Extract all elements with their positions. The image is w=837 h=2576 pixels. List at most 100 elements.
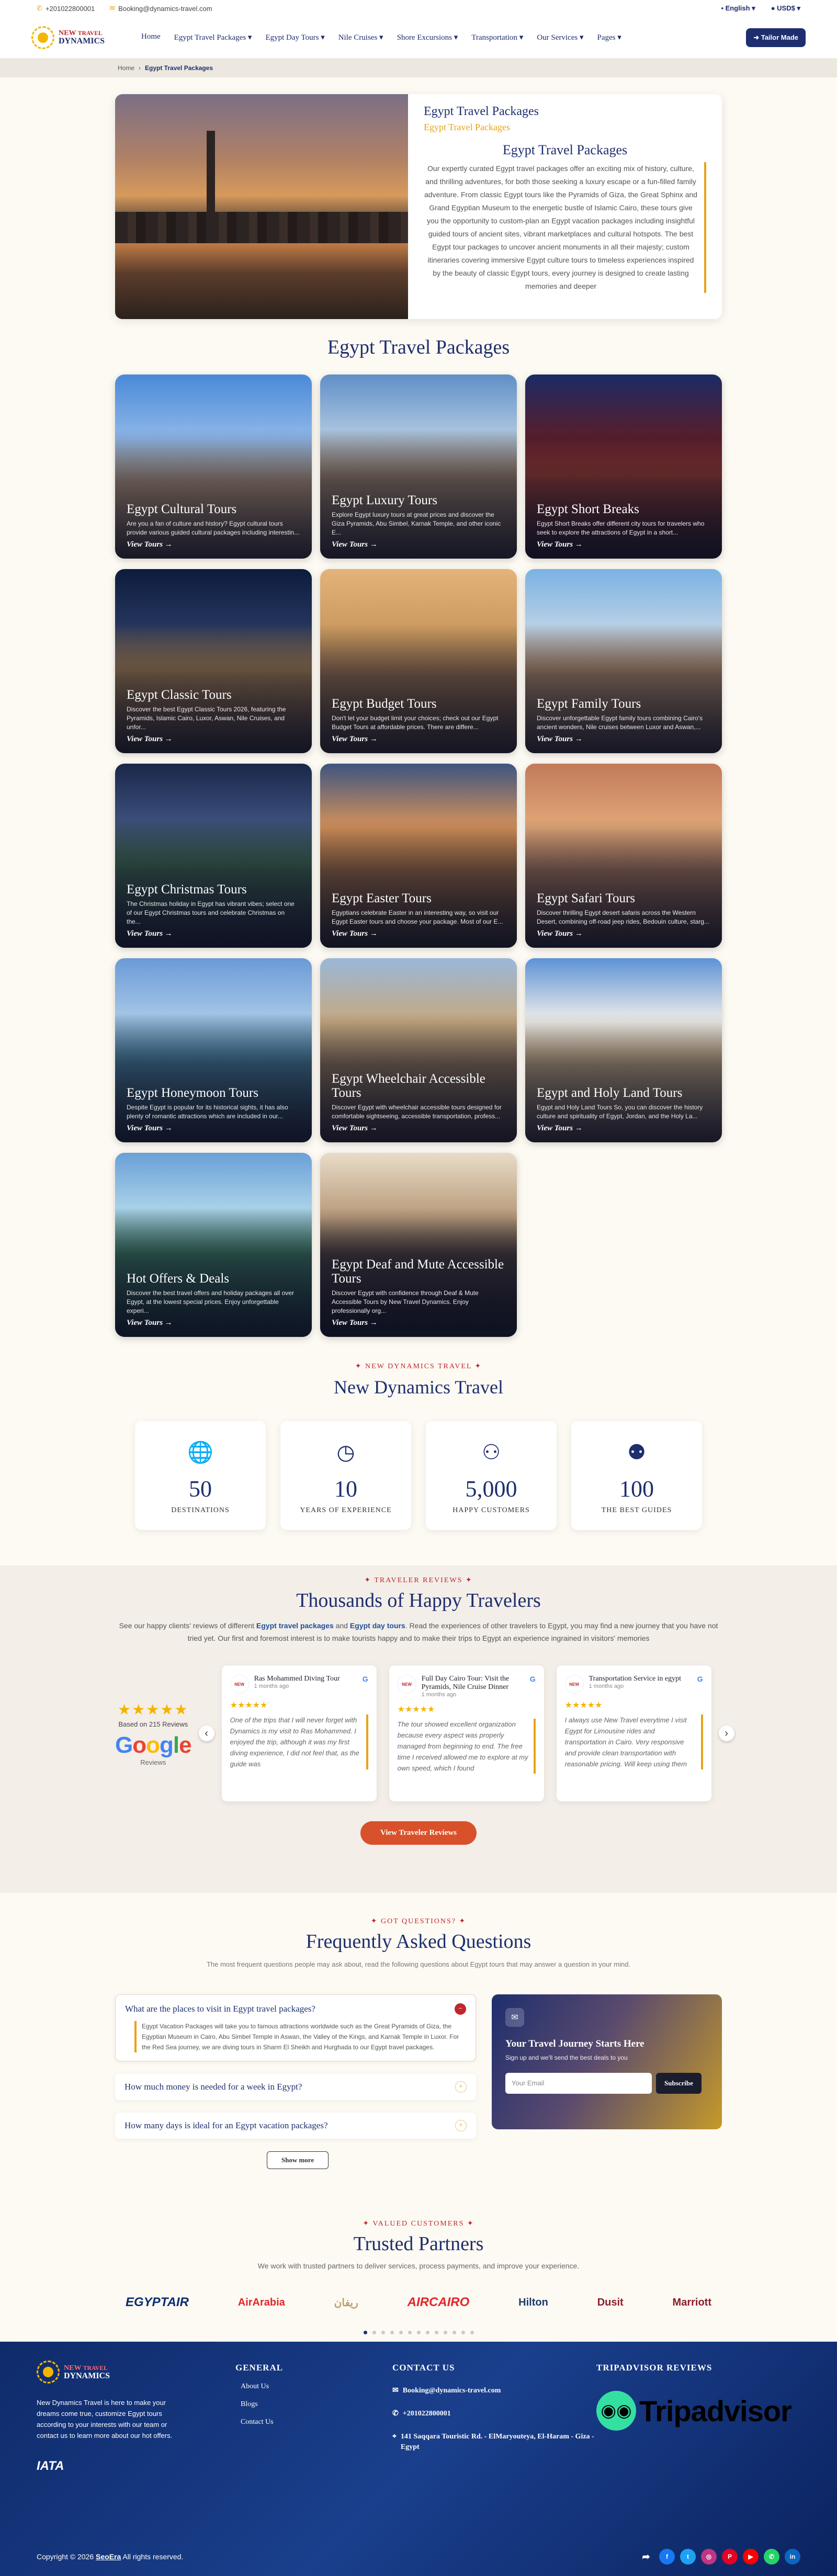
copyright-link[interactable]: SeoEra <box>96 2552 121 2561</box>
package-desc: Egypt and Holy Land Tours So, you can di… <box>537 1104 703 1120</box>
carousel-dot[interactable] <box>461 2331 465 2334</box>
pinterest-icon[interactable]: P <box>722 2549 738 2564</box>
twitter-icon[interactable]: t <box>680 2549 696 2564</box>
nav-home[interactable]: Home <box>141 32 161 42</box>
partner-logo: AirArabia <box>237 2296 285 2308</box>
view-traveler-reviews-button[interactable]: View Traveler Reviews <box>360 1821 477 1845</box>
reviews-prev-arrow[interactable]: ‹ <box>198 1726 214 1741</box>
breadcrumb-home[interactable]: Home <box>118 64 134 72</box>
share-icon[interactable]: ➦ <box>638 2549 654 2564</box>
package-title: Egypt and Holy Land Tours <box>537 1086 683 1100</box>
view-tours-link[interactable]: View Tours → <box>332 540 505 549</box>
link-egypt-travel-packages[interactable]: Egypt travel packages <box>256 1621 334 1630</box>
nav-shore-excursions[interactable]: Shore Excursions ▾ <box>397 32 458 42</box>
view-tours-link[interactable]: View Tours → <box>537 1124 710 1133</box>
view-tours-link[interactable]: View Tours → <box>537 735 710 744</box>
footer-logo[interactable]: NEW TRAVEL DYNAMICS <box>37 2361 235 2384</box>
view-tours-link[interactable]: View Tours → <box>332 929 505 938</box>
nav-egypt-day-tours[interactable]: Egypt Day Tours ▾ <box>265 32 324 42</box>
site-logo[interactable]: NEW TRAVEL DYNAMICS <box>31 26 131 49</box>
faq-item-open[interactable]: What are the places to visit in Egypt tr… <box>115 1994 476 2061</box>
faq-item[interactable]: How many days is ideal for an Egypt vaca… <box>115 2113 476 2139</box>
footer-phone[interactable]: ✆ +201022800001 <box>392 2409 596 2419</box>
package-card[interactable]: Egypt Short Breaks Egypt Short Breaks of… <box>525 375 722 559</box>
facebook-icon[interactable]: f <box>659 2549 675 2564</box>
view-tours-link[interactable]: View Tours → <box>127 735 300 744</box>
carousel-dot[interactable] <box>363 2331 367 2334</box>
package-card[interactable]: Egypt Classic Tours Discover the best Eg… <box>115 569 312 753</box>
nav-transportation[interactable]: Transportation ▾ <box>471 32 523 42</box>
carousel-dot[interactable] <box>452 2331 456 2334</box>
carousel-dot[interactable] <box>408 2331 412 2334</box>
linkedin-icon[interactable]: in <box>785 2549 800 2564</box>
link-egypt-day-tours[interactable]: Egypt day tours <box>350 1621 405 1630</box>
plus-icon[interactable]: + <box>455 2120 467 2131</box>
footer-link-about[interactable]: About Us <box>241 2382 392 2391</box>
footer-email[interactable]: ✉ Booking@dynamics-travel.com <box>392 2386 596 2396</box>
carousel-dot[interactable] <box>425 2331 429 2334</box>
instagram-icon[interactable]: ◎ <box>701 2549 717 2564</box>
nav-pages[interactable]: Pages ▾ <box>597 32 621 42</box>
nav-our-services[interactable]: Our Services ▾ <box>537 32 583 42</box>
package-card[interactable]: Egypt Budget Tours Don't let your budget… <box>320 569 517 753</box>
stats-title: New Dynamics Travel <box>334 1377 503 1398</box>
carousel-dot[interactable] <box>470 2331 474 2334</box>
reviews-description: See our happy clients' reviews of differ… <box>119 1621 718 1642</box>
show-more-button[interactable]: Show more <box>267 2151 329 2169</box>
view-tours-link[interactable]: View Tours → <box>332 735 505 744</box>
view-tours-link[interactable]: View Tours → <box>332 1124 505 1133</box>
package-card[interactable]: Egypt and Holy Land Tours Egypt and Holy… <box>525 958 722 1142</box>
package-title: Egypt Safari Tours <box>537 891 636 905</box>
package-title: Egypt Family Tours <box>537 697 641 711</box>
nav-nile-cruises[interactable]: Nile Cruises ▾ <box>338 32 383 42</box>
package-card[interactable]: Egypt Wheelchair Accessible Tours Discov… <box>320 958 517 1142</box>
view-tours-link[interactable]: View Tours → <box>537 540 710 549</box>
nav-egypt-travel-packages[interactable]: Egypt Travel Packages ▾ <box>174 32 252 42</box>
footer-link-contact[interactable]: Contact Us <box>241 2418 392 2426</box>
package-card[interactable]: Egypt Family Tours Discover unforgettabl… <box>525 569 722 753</box>
phone-contact[interactable]: ✆ +201022800001 <box>37 4 95 13</box>
email-contact[interactable]: ✉ Booking@dynamics-travel.com <box>109 4 212 13</box>
carousel-dot[interactable] <box>372 2331 376 2334</box>
currency-select[interactable]: ● USD$ ▾ <box>771 4 800 13</box>
package-card[interactable]: Egypt Luxury Tours Explore Egypt luxury … <box>320 375 517 559</box>
package-desc: Discover the best Egypt Classic Tours 20… <box>127 706 286 731</box>
view-tours-link[interactable]: View Tours → <box>537 929 710 938</box>
review-stars: ★★★★★ <box>230 1701 268 1710</box>
subscribe-button[interactable]: Subscribe <box>656 2073 702 2094</box>
package-card[interactable]: Egypt Safari Tours Discover thrilling Eg… <box>525 764 722 948</box>
carousel-dot[interactable] <box>434 2331 438 2334</box>
carousel-dot[interactable] <box>399 2331 403 2334</box>
package-card[interactable]: Egypt Easter Tours Egyptians celebrate E… <box>320 764 517 948</box>
carousel-dot[interactable] <box>443 2331 447 2334</box>
tailor-made-button[interactable]: ➜ Tailor Made <box>746 28 806 47</box>
rating-stars: ★★★★★ <box>118 1701 189 1718</box>
plus-icon[interactable]: + <box>455 2081 467 2093</box>
breadcrumb-separator: › <box>139 64 141 72</box>
faq-item[interactable]: How much money is needed for a week in E… <box>115 2074 476 2100</box>
youtube-icon[interactable]: ▶ <box>743 2549 759 2564</box>
package-card[interactable]: Egypt Christmas Tours The Christmas holi… <box>115 764 312 948</box>
google-rating-summary: ★★★★★ Based on 215 Reviews Google Review… <box>115 1701 192 1766</box>
review-tour-name: Full Day Cairo Tour: Visit the Pyramids,… <box>421 1675 510 1691</box>
view-tours-link[interactable]: View Tours → <box>127 1124 300 1133</box>
reviews-next-arrow[interactable]: › <box>718 1726 734 1741</box>
newsletter-title: Your Travel Journey Starts Here <box>505 2038 644 2049</box>
view-tours-link[interactable]: View Tours → <box>127 929 300 938</box>
package-card[interactable]: Hot Offers & Deals Discover the best tra… <box>115 1153 312 1337</box>
minus-icon[interactable]: − <box>455 2003 466 2015</box>
package-card[interactable]: Egypt Deaf and Mute Accessible Tours Dis… <box>320 1153 517 1337</box>
view-tours-link[interactable]: View Tours → <box>127 1319 300 1327</box>
package-card[interactable]: Egypt Honeymoon Tours Despite Egypt is p… <box>115 958 312 1142</box>
carousel-dot[interactable] <box>381 2331 385 2334</box>
whatsapp-icon[interactable]: ✆ <box>764 2549 779 2564</box>
view-tours-link[interactable]: View Tours → <box>127 540 300 549</box>
view-tours-link[interactable]: View Tours → <box>332 1319 505 1327</box>
carousel-dot[interactable] <box>390 2331 394 2334</box>
carousel-dot[interactable] <box>416 2331 421 2334</box>
package-card[interactable]: Egypt Cultural Tours Are you a fan of cu… <box>115 375 312 559</box>
newsletter-email-input[interactable]: Your Email <box>505 2073 652 2094</box>
language-select[interactable]: ▪ English ▾ <box>721 4 755 13</box>
footer-link-blogs[interactable]: Blogs <box>241 2400 392 2409</box>
tripadvisor-widget[interactable]: ◉◉ Tripadvisor <box>596 2391 792 2431</box>
